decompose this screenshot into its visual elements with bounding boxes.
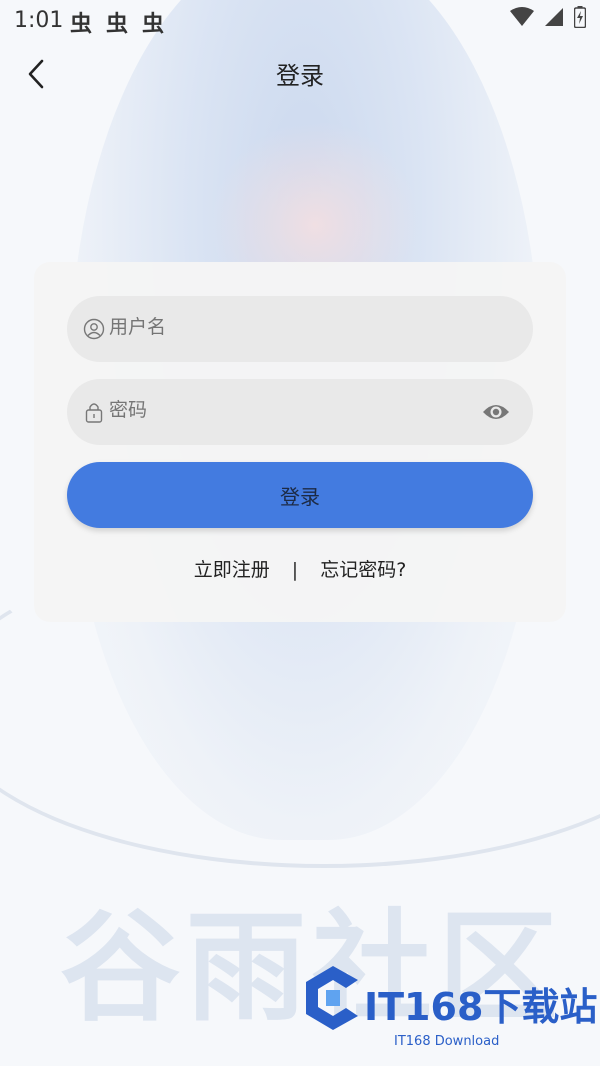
wifi-icon [510,7,534,26]
password-input[interactable] [109,399,469,421]
forgot-password-link[interactable]: 忘记密码? [320,555,406,582]
status-time: 1:01 [14,8,64,33]
watermark: IT168下载站 IT168 Download [298,958,598,1054]
login-card: 登录 立即注册 | 忘记密码? [34,262,566,622]
password-field[interactable] [67,379,533,445]
app-header: 登录 [0,42,600,104]
login-button[interactable]: 登录 [67,462,533,528]
username-input[interactable] [109,316,469,338]
user-icon [83,318,105,340]
notification-icon: 虫 [70,12,93,37]
status-bar: 1:01 虫 虫 虫 [0,0,600,42]
watermark-title: IT168下载站 [364,985,598,1029]
username-field[interactable] [67,296,533,362]
lock-icon [85,403,103,423]
auth-links: 立即注册 | 忘记密码? [34,555,566,582]
eye-icon[interactable] [481,399,511,425]
page-title: 登录 [276,62,324,90]
link-separator: | [291,559,299,581]
battery-icon [574,6,586,28]
signal-icon [545,8,563,26]
notification-icon: 虫 [106,12,129,37]
register-link[interactable]: 立即注册 [194,555,270,582]
watermark-logo [306,966,358,1030]
watermark-subtitle: IT168 Download [394,1034,500,1049]
notification-icon: 虫 [142,12,165,37]
